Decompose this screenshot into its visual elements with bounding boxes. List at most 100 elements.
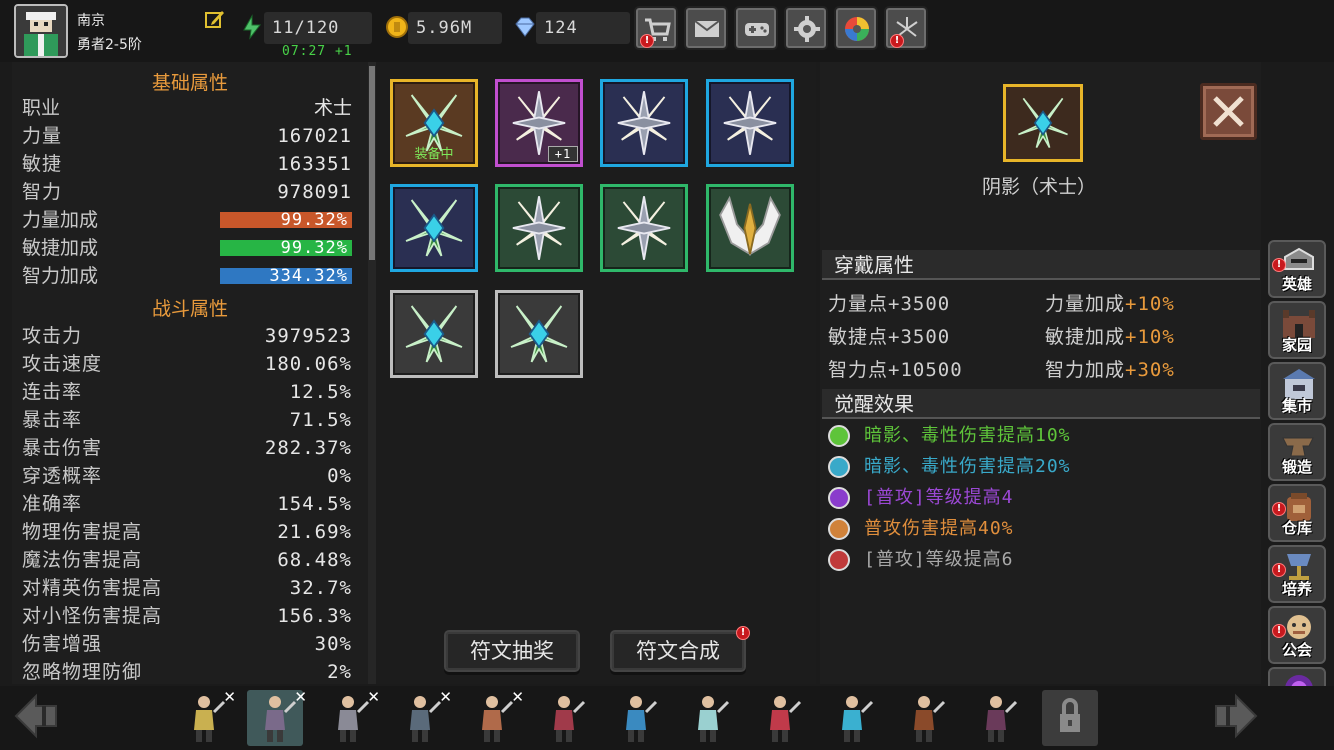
hero-vampire[interactable] [752, 690, 808, 746]
shop-cart-button[interactable]: ! [634, 6, 678, 50]
combat-stats-title: 战斗属性 [151, 298, 228, 320]
remove-hero-icon[interactable]: ✕ [367, 688, 380, 706]
arrow-left-icon [14, 693, 57, 739]
alert-badge: ! [640, 34, 654, 48]
hero-swordsman[interactable]: ✕ [392, 688, 452, 746]
hero-sprite-icon [914, 696, 946, 742]
gold-coin-icon [384, 14, 410, 42]
energy-value: 11/120 [264, 12, 372, 44]
remove-hero-icon[interactable]: ✕ [511, 688, 524, 706]
equip-attr-agility-bonus: 敏捷加成+10% [1045, 326, 1175, 348]
rune-slot[interactable] [706, 184, 794, 272]
side-nav-chalice[interactable]: 培养! [1268, 545, 1326, 603]
awaken-tier-dot [828, 487, 850, 509]
stat-row-attack-speed: 攻击速度 180.06% [22, 353, 352, 375]
equip-attr-agility: 敏捷点+3500 [828, 326, 951, 348]
hero-ghost[interactable] [680, 690, 736, 746]
gamepad-icon [745, 23, 769, 36]
rune-slot[interactable] [706, 79, 794, 167]
hero-assassin[interactable] [968, 690, 1024, 746]
equip-attr-strength: 力量点+3500 [828, 293, 951, 315]
hero-warlock[interactable]: ✕ [247, 688, 307, 746]
lock-icon [1060, 698, 1080, 732]
color-wheel-button[interactable] [834, 6, 878, 50]
stat-row-strength-bonus: 力量加成 99.32% [22, 206, 352, 234]
side-nav-castle[interactable]: 家园 [1268, 301, 1326, 359]
mail-button[interactable] [684, 6, 728, 50]
side-nav-label: 英雄 [1281, 275, 1312, 293]
side-nav-anvil[interactable]: 锻造 [1268, 423, 1326, 481]
stat-row-combo-rate: 连击率 12.5% [22, 381, 352, 403]
hero-amazon[interactable]: ✕ [464, 688, 524, 746]
stats-scrollbar-thumb[interactable] [369, 66, 375, 260]
close-icon [1213, 96, 1244, 127]
awaken-effect-text: [普攻]等级提高6 [864, 549, 1014, 570]
hero-sprite-icon [842, 696, 874, 742]
hero-knight[interactable]: ✕ [320, 688, 380, 746]
green-gem-rune-icon [1018, 97, 1068, 148]
agility-bonus-bar: 99.32% [220, 238, 352, 258]
hero-gunner[interactable] [608, 690, 664, 746]
rune-draw-button[interactable]: 符文抽奖 [444, 630, 580, 672]
player-rank: 勇者2-5阶 [77, 37, 142, 53]
player-name: 南京 [77, 13, 105, 29]
rune-slot[interactable] [495, 290, 583, 378]
gamepad-button[interactable] [734, 6, 778, 50]
rune-slot[interactable] [390, 290, 478, 378]
hero-sprite-icon [698, 696, 730, 742]
rune-slot[interactable] [600, 79, 688, 167]
stat-row-intellect-bonus: 智力加成 334.32% [22, 262, 352, 290]
player-avatar[interactable] [14, 4, 68, 58]
stat-row-class: 职业 术士 [22, 97, 352, 119]
diamond-value: 124 [536, 12, 630, 44]
rune-combine-button[interactable]: 符文合成 ! [610, 626, 750, 672]
stat-row-elite-damage: 对精英伤害提高 32.7% [22, 577, 352, 599]
settings-button[interactable] [784, 6, 828, 50]
awaken-tier-dot [828, 518, 850, 540]
close-button[interactable] [1200, 83, 1257, 140]
equipped-label: 装备中 [414, 147, 454, 162]
side-nav-guild[interactable]: 公会! [1268, 606, 1326, 664]
silver-cross-rune-icon [512, 196, 566, 260]
alert-badge: ! [1272, 502, 1286, 516]
upgrade-level-badge: +1 [548, 146, 578, 162]
rune-slot[interactable] [495, 184, 583, 272]
rune-combine-label: 符文合成 [636, 639, 720, 663]
equip-attrs-title: 穿戴属性 [822, 250, 1260, 280]
remove-hero-icon[interactable]: ✕ [439, 688, 452, 706]
equip-attr-strength-bonus: 力量加成+10% [1045, 293, 1175, 315]
alert-badge: ! [1272, 258, 1286, 272]
side-nav-shop[interactable]: 集市 [1268, 362, 1326, 420]
side-nav-backpack[interactable]: 仓库! [1268, 484, 1326, 542]
hero-sprite-icon [986, 696, 1018, 742]
color-wheel-icon [845, 17, 869, 41]
stat-row-crit-rate: 暴击率 71.5% [22, 409, 352, 431]
edit-icon[interactable] [204, 8, 226, 30]
equip-attr-intellect: 智力点+10500 [828, 359, 963, 381]
hero-beast[interactable] [896, 690, 952, 746]
side-nav-helmet[interactable]: 英雄! [1268, 240, 1326, 298]
strength-bonus-bar: 99.32% [220, 210, 352, 230]
selected-rune-icon [1003, 84, 1083, 162]
hero-prev-button[interactable] [10, 690, 62, 742]
rune-slot[interactable]: 装备中 [390, 79, 478, 167]
hero-sprite-icon [554, 696, 586, 742]
rune-slot[interactable] [600, 184, 688, 272]
hero-ice-mage[interactable] [824, 690, 880, 746]
hero-sorceress[interactable] [536, 690, 592, 746]
green-gem-rune-icon [405, 305, 463, 363]
angel-wing-rune-icon [719, 195, 781, 256]
fireworks-button[interactable]: ! [884, 6, 928, 50]
hero-next-button[interactable] [1210, 690, 1262, 742]
hero-archer[interactable]: ✕ [176, 688, 236, 746]
hero-locked[interactable] [1042, 690, 1098, 746]
side-nav-label: 集市 [1281, 397, 1312, 415]
alert-badge: ! [736, 626, 750, 640]
intellect-bonus-bar: 334.32% [220, 266, 352, 286]
rune-slot[interactable]: +1 [495, 79, 583, 167]
rune-slot[interactable] [390, 184, 478, 272]
energy-icon [240, 14, 266, 42]
hero-sprite-icon [770, 696, 802, 742]
remove-hero-icon[interactable]: ✕ [294, 688, 307, 706]
remove-hero-icon[interactable]: ✕ [223, 688, 236, 706]
